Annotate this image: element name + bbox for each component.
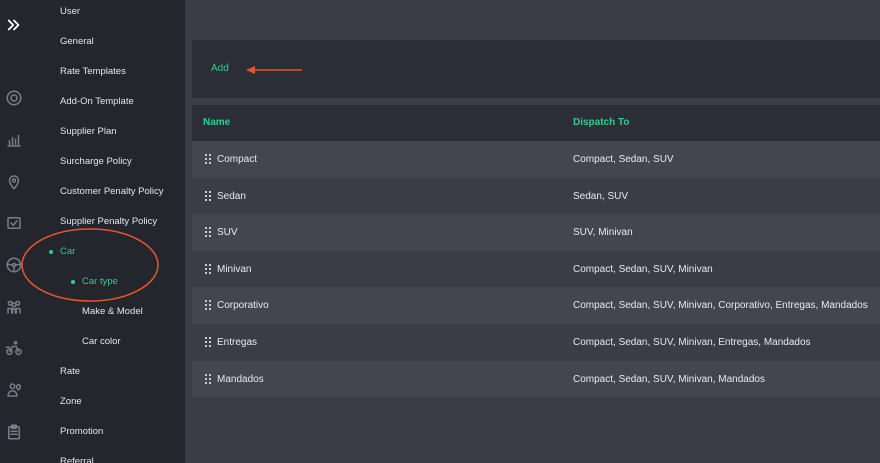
checklist-icon[interactable] xyxy=(4,213,24,233)
column-header-name[interactable]: Name xyxy=(203,105,230,141)
menu-item-supplier-plan[interactable]: Supplier Plan xyxy=(60,122,117,142)
cell-name: Mandados xyxy=(217,373,264,385)
menu-item-car-type[interactable]: Car type xyxy=(82,272,118,292)
cell-name: Compact xyxy=(217,154,258,165)
menu-item-zone[interactable]: Zone xyxy=(60,392,82,412)
drag-handle-icon[interactable] xyxy=(205,154,212,164)
menu-item-referral[interactable]: Referral xyxy=(60,452,94,463)
menu-item-customer-penalty-policy[interactable]: Customer Penalty Policy xyxy=(60,182,163,202)
cell-dispatch-to: SUV, Minivan xyxy=(573,227,633,239)
menu-item-rate[interactable]: Rate xyxy=(60,362,80,382)
chart-icon[interactable] xyxy=(4,130,24,150)
table-body: Compact Compact, Sedan, SUV Sedan Sedan,… xyxy=(192,141,880,398)
table-row[interactable]: Corporativo Compact, Sedan, SUV, Minivan… xyxy=(192,287,880,324)
table-header: Name Dispatch To xyxy=(192,105,880,141)
table-row[interactable]: Compact Compact, Sedan, SUV xyxy=(192,141,880,178)
menu-item-user[interactable]: User xyxy=(60,2,80,22)
map-pin-icon[interactable] xyxy=(4,172,24,192)
top-bar xyxy=(185,0,880,40)
menu-item-car-color[interactable]: Car color xyxy=(82,332,121,352)
table-row[interactable]: Sedan Sedan, SUV xyxy=(192,177,880,215)
drag-handle-icon[interactable] xyxy=(205,373,212,384)
menu-item-add-on-template[interactable]: Add-On Template xyxy=(60,92,134,112)
table-row[interactable]: SUV SUV, Minivan xyxy=(192,214,880,251)
settings-menu: User General Rate Templates Add-On Templ… xyxy=(30,0,185,463)
drag-handle-icon[interactable] xyxy=(205,263,212,274)
add-button[interactable]: Add xyxy=(211,63,229,74)
drag-handle-icon[interactable] xyxy=(205,300,212,311)
clipboard-icon[interactable] xyxy=(4,422,24,442)
user-location-icon[interactable] xyxy=(4,380,24,400)
cell-dispatch-to: Compact, Sedan, SUV, Minivan, Corporativ… xyxy=(573,300,868,312)
cyclist-icon[interactable] xyxy=(4,338,24,358)
menu-item-supplier-penalty-policy[interactable]: Supplier Penalty Policy xyxy=(60,212,157,232)
drag-handle-icon[interactable] xyxy=(205,227,212,238)
drag-handle-icon[interactable] xyxy=(205,336,212,347)
steering-wheel-icon[interactable] xyxy=(4,255,24,275)
menu-item-car[interactable]: Car xyxy=(60,242,75,262)
table-row[interactable]: Mandados Compact, Sedan, SUV, Minivan, M… xyxy=(192,360,880,398)
target-icon[interactable] xyxy=(4,88,24,108)
expand-icon[interactable] xyxy=(4,15,24,35)
column-header-dispatch-to[interactable]: Dispatch To xyxy=(573,105,629,141)
action-bar: Add xyxy=(192,40,880,98)
menu-item-general[interactable]: General xyxy=(60,32,94,52)
menu-item-make-model[interactable]: Make & Model xyxy=(82,302,143,322)
menu-item-rate-templates[interactable]: Rate Templates xyxy=(60,62,126,82)
cell-name: Entregas xyxy=(217,336,258,348)
icon-rail xyxy=(0,0,30,463)
drag-handle-icon[interactable] xyxy=(205,190,212,201)
cell-dispatch-to: Sedan, SUV xyxy=(573,190,629,202)
cell-dispatch-to: Compact, Sedan, SUV xyxy=(573,154,674,165)
people-icon[interactable] xyxy=(4,297,24,317)
cell-name: SUV xyxy=(217,227,238,239)
table-row[interactable]: Entregas Compact, Sedan, SUV, Minivan, E… xyxy=(192,323,880,361)
menu-item-surcharge-policy[interactable]: Surcharge Policy xyxy=(60,152,132,172)
cell-dispatch-to: Compact, Sedan, SUV, Minivan xyxy=(573,263,713,275)
cell-name: Minivan xyxy=(217,263,252,275)
active-dot xyxy=(71,280,75,284)
cell-dispatch-to: Compact, Sedan, SUV, Minivan, Entregas, … xyxy=(573,336,811,348)
car-type-table: Name Dispatch To Compact Compact, Sedan,… xyxy=(192,105,880,398)
cell-name: Sedan xyxy=(217,190,246,202)
menu-item-promotion[interactable]: Promotion xyxy=(60,422,103,442)
table-row[interactable]: Minivan Compact, Sedan, SUV, Minivan xyxy=(192,250,880,288)
cell-dispatch-to: Compact, Sedan, SUV, Minivan, Mandados xyxy=(573,373,765,385)
active-dot xyxy=(49,250,53,254)
cell-name: Corporativo xyxy=(217,300,269,312)
